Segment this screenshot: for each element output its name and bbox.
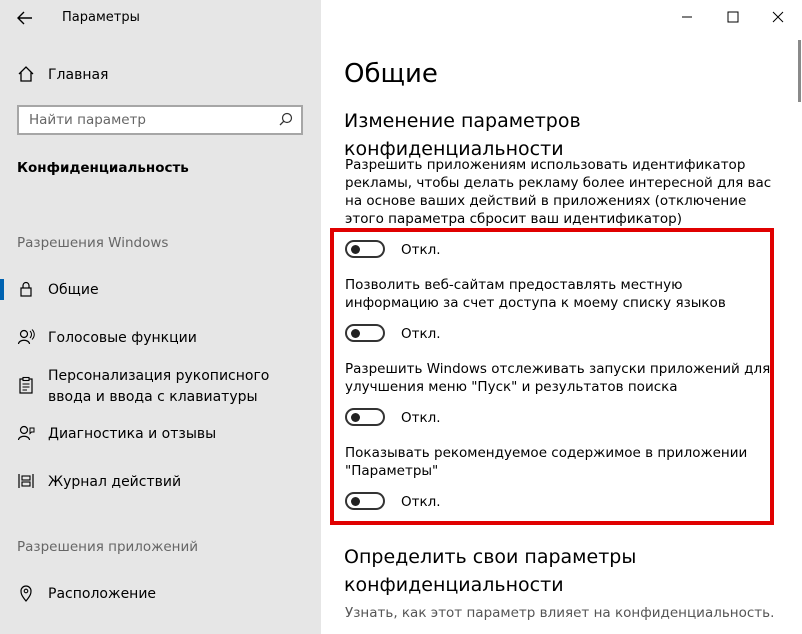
sidebar-item-speech[interactable]: Голосовые функции — [0, 318, 321, 358]
minimize-button[interactable] — [664, 2, 710, 32]
maximize-button[interactable] — [710, 2, 756, 32]
help-link[interactable]: Узнать, как этот параметр влияет на конф… — [345, 604, 774, 622]
sidebar-item-label: Голосовые функции — [48, 330, 197, 346]
sidebar-item-diagnostics[interactable]: Диагностика и отзывы — [0, 414, 321, 454]
timeline-icon — [17, 472, 35, 490]
location-icon — [17, 584, 35, 602]
sidebar-item-label: Главная — [48, 67, 109, 83]
sidebar-item-general[interactable]: Общие — [0, 270, 321, 310]
speech-icon — [17, 328, 35, 346]
sidebar-item-label: Расположение — [48, 586, 157, 602]
section-app-permissions: Разрешения приложений — [17, 539, 199, 555]
category-title: Конфиденциальность — [17, 160, 189, 176]
section-title: Определить свои параметры конфиденциальн… — [344, 546, 637, 596]
back-arrow-icon[interactable] — [14, 7, 36, 29]
setting-description: Разрешить приложениям использовать идент… — [345, 157, 772, 227]
sidebar-item-label: Персонализация рукописного ввода и ввода… — [48, 368, 270, 405]
search-input[interactable] — [19, 107, 279, 133]
sidebar-item-label: Журнал действий — [48, 474, 182, 490]
sidebar-item-location[interactable]: Расположение — [0, 574, 321, 614]
section-title: Изменение параметров конфиденциальности — [344, 110, 581, 160]
search-icon[interactable] — [277, 111, 295, 129]
close-button[interactable] — [755, 2, 801, 32]
sidebar-item-home[interactable]: Главная — [0, 55, 321, 95]
search-box[interactable] — [17, 105, 303, 135]
highlight-frame — [330, 228, 774, 525]
section-windows-permissions: Разрешения Windows — [17, 235, 169, 251]
page-title: Общие — [344, 59, 438, 89]
sidebar-item-label: Диагностика и отзывы — [48, 426, 217, 442]
sidebar-item-label: Общие — [48, 282, 99, 298]
sidebar: Параметры Главная Конфиденциальность Раз… — [0, 0, 321, 634]
lock-icon — [17, 280, 35, 298]
sidebar-item-activity-history[interactable]: Журнал действий — [0, 462, 321, 502]
clipboard-icon — [17, 376, 35, 394]
scrollbar[interactable] — [798, 40, 801, 102]
home-icon — [17, 65, 35, 83]
app-title: Параметры — [62, 10, 140, 25]
sidebar-item-inking-typing[interactable]: Персонализация рукописного ввода и ввода… — [0, 362, 321, 410]
feedback-icon — [17, 424, 35, 442]
